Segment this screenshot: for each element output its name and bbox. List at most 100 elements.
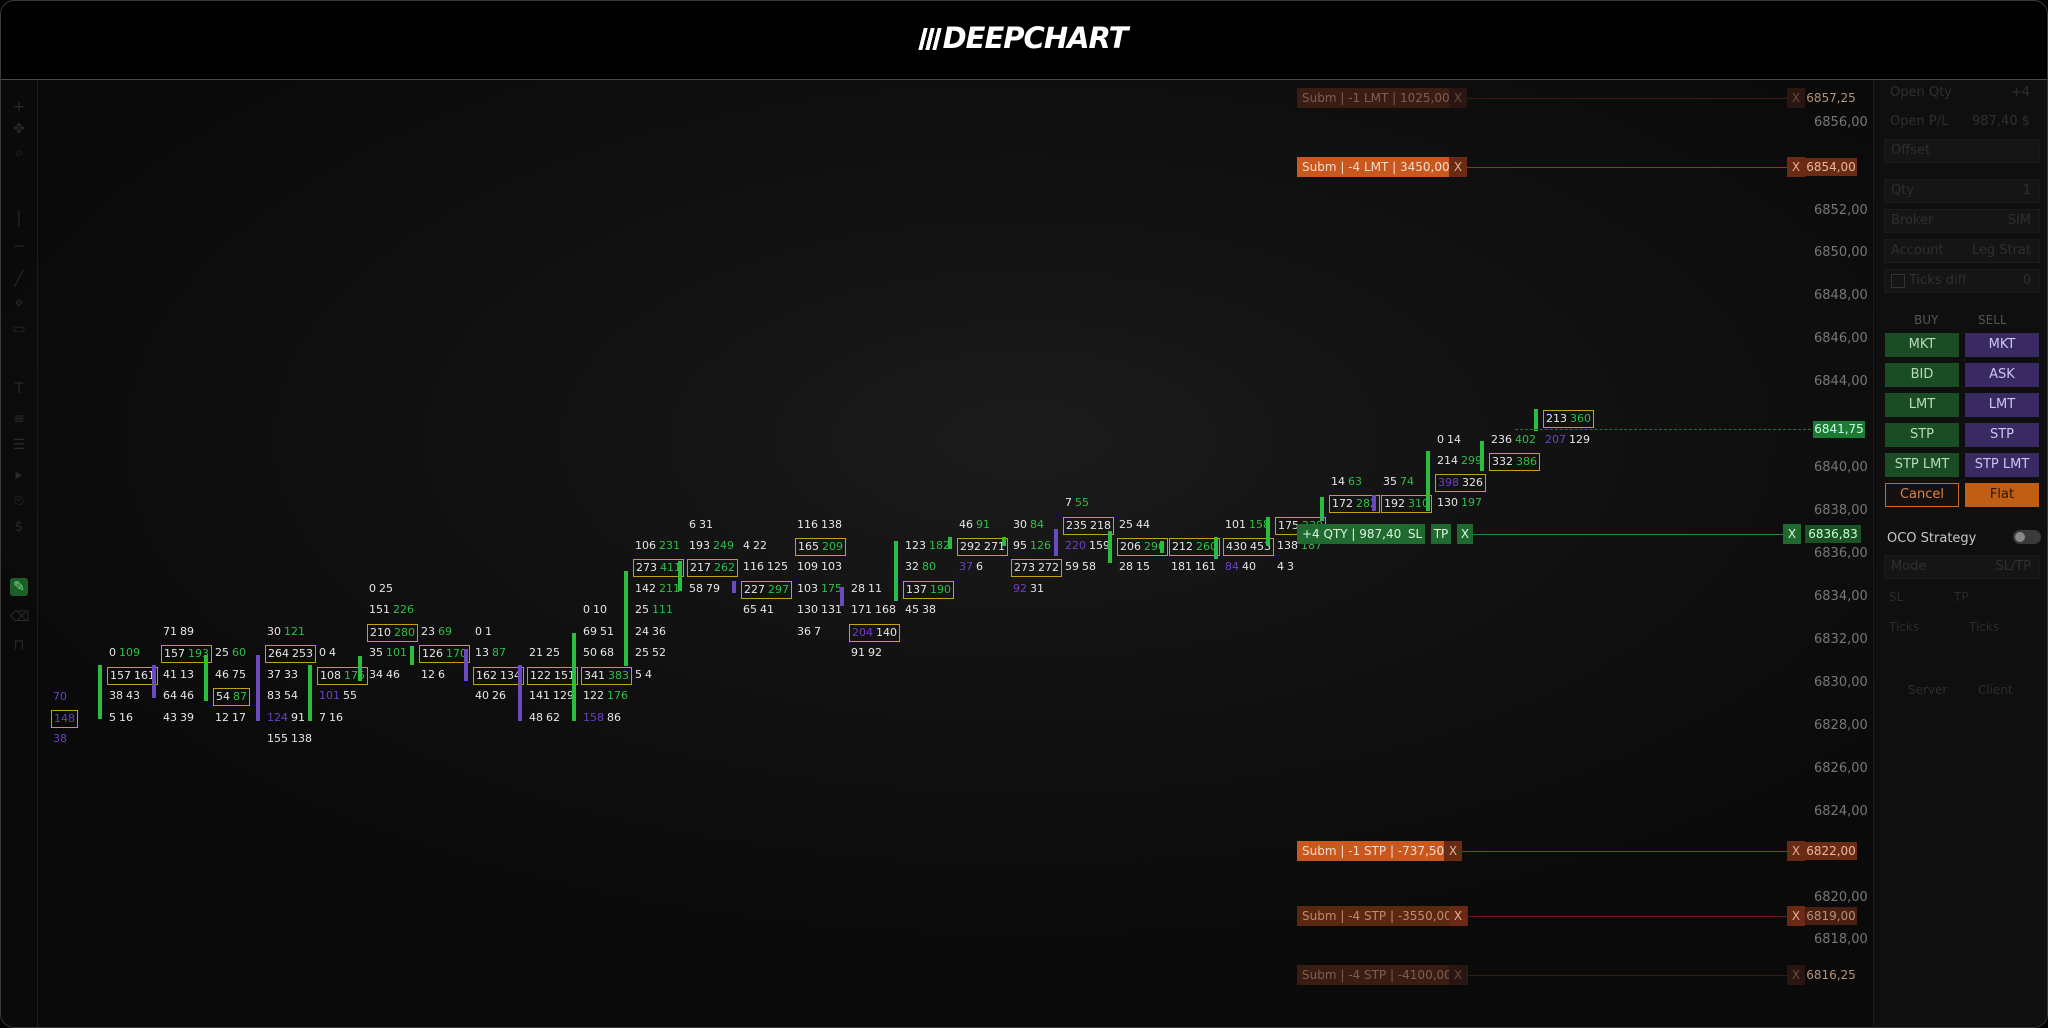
footprint-cell: 30 121 xyxy=(265,624,307,640)
footprint-cell: 141 129 xyxy=(527,688,576,704)
ask-volume: 272 xyxy=(1038,561,1059,574)
ruler-tool-icon[interactable]: ☰ xyxy=(10,436,28,454)
order-cancel-button[interactable]: X xyxy=(1787,906,1805,926)
buy-lmt-button[interactable]: LMT xyxy=(1885,393,1959,417)
oco-strategy-toggle[interactable] xyxy=(2013,530,2041,544)
order-label[interactable]: Subm | -4 STP | -3550,00 $ xyxy=(1297,906,1469,926)
server-radio-label[interactable]: Server xyxy=(1908,683,1947,697)
order-cancel-button[interactable]: X xyxy=(1449,906,1467,926)
mode-select[interactable]: Mode SL/TP xyxy=(1884,555,2040,579)
crosshair-tool-icon[interactable]: + xyxy=(10,98,28,116)
order-line[interactable] xyxy=(1467,98,1787,99)
zoom-tool-icon[interactable]: ⌕ xyxy=(10,144,28,162)
order-price: 6857,25 xyxy=(1806,91,1856,105)
cancel-button[interactable]: Cancel xyxy=(1885,483,1959,507)
dollar-tool-icon[interactable]: $ xyxy=(10,518,28,536)
ask-volume: 17 xyxy=(232,711,246,724)
order-line[interactable] xyxy=(1467,975,1787,976)
order-label[interactable]: Subm | -4 STP | -4100,00 $ xyxy=(1297,965,1469,985)
buy-stp-button[interactable]: STP xyxy=(1885,423,1959,447)
order-cancel-button[interactable]: X xyxy=(1787,88,1805,108)
account-select[interactable]: Account Leg Strat xyxy=(1884,239,2040,263)
close-position-button[interactable]: X xyxy=(1457,524,1473,544)
order-cancel-button[interactable]: X xyxy=(1449,965,1467,985)
order-line[interactable] xyxy=(1467,916,1787,917)
horizontal-line-tool-icon[interactable]: ─ xyxy=(10,238,28,256)
qty-field[interactable]: Qty 1 xyxy=(1884,179,2040,203)
footprint-cell: 64 46 xyxy=(161,688,196,704)
price-scale[interactable]: 6856,00 6852,00 6850,00 6848,00 6846,00 … xyxy=(1781,80,1873,1027)
order-cancel-button[interactable]: X xyxy=(1787,841,1805,861)
chart-area[interactable]: + ✥ ⌕ │ ─ ╱ ⋄ ▭ T ≡ ☰ ▸ ⏲ $ ✎ ⌫ ⊓ 70 148 3… xyxy=(1,80,2047,1027)
fib-tool-icon[interactable]: ≡ xyxy=(10,410,28,428)
bid-volume: 83 xyxy=(267,689,281,702)
alert-tool-icon[interactable]: ⏲ xyxy=(10,492,28,510)
ask-volume: 211 xyxy=(659,582,680,595)
order-line[interactable] xyxy=(1467,167,1787,168)
order-price: 6819,00 xyxy=(1805,907,1857,925)
order-cancel-button[interactable]: X xyxy=(1787,157,1805,177)
order-cancel-button[interactable]: X xyxy=(1787,965,1805,985)
order-label[interactable]: Subm | -1 STP | -737,50 $ xyxy=(1297,841,1461,861)
order-cancel-button[interactable]: X xyxy=(1449,157,1467,177)
order-cancel-button[interactable]: X xyxy=(1449,88,1467,108)
order-label[interactable]: Subm | -1 LMT | 1025,00 $ xyxy=(1297,88,1467,108)
bid-volume: 142 xyxy=(635,582,656,595)
footprint-chart[interactable]: 70 148 38 0 109 157 161 38 43 5 16 71 89 157 193 41 13 64… xyxy=(37,80,1781,1027)
sell-mkt-button[interactable]: MKT xyxy=(1965,333,2039,357)
sell-stp-button[interactable]: STP xyxy=(1965,423,2039,447)
sell-ask-button[interactable]: ASK xyxy=(1965,363,2039,387)
sell-lmt-button[interactable]: LMT xyxy=(1965,393,2039,417)
text-tool-icon[interactable]: T xyxy=(10,380,28,398)
trend-line-tool-icon[interactable]: ╱ xyxy=(10,270,28,288)
move-tool-icon[interactable]: ✥ xyxy=(10,120,28,138)
stop-loss-button[interactable]: SL xyxy=(1405,524,1425,544)
footprint-cell: 92 31 xyxy=(1011,581,1046,597)
candle-body xyxy=(840,587,844,606)
magnet-tool-icon[interactable]: ⊓ xyxy=(10,636,28,654)
client-radio-label[interactable]: Client xyxy=(1978,683,2013,697)
eraser-tool-icon[interactable]: ⌫ xyxy=(10,608,30,626)
footprint-cell: 25 111 xyxy=(633,602,675,618)
polyline-tool-icon[interactable]: ⋄ xyxy=(10,294,28,312)
take-profit-button[interactable]: TP xyxy=(1431,524,1451,544)
footprint-cell: 130 197 xyxy=(1435,495,1484,511)
position-label[interactable]: +4 QTY | 987,40 $ xyxy=(1297,524,1418,544)
buy-mkt-button[interactable]: MKT xyxy=(1885,333,1959,357)
bid-volume: 273 xyxy=(1014,561,1035,574)
flat-button[interactable]: Flat xyxy=(1965,483,2039,507)
buy-stp-lmt-button[interactable]: STP LMT xyxy=(1885,453,1959,477)
tp-label: TP xyxy=(1954,590,1969,604)
candle-body xyxy=(204,655,208,701)
mode-label: Mode xyxy=(1891,559,1927,574)
pencil-tool-icon[interactable]: ✎ xyxy=(10,578,28,596)
ask-volume: 84 xyxy=(1030,518,1044,531)
ticks-diff-checkbox[interactable] xyxy=(1891,274,1905,288)
bid-volume: 14 xyxy=(1331,475,1345,488)
ask-volume: 176 xyxy=(607,689,628,702)
order-cancel-button[interactable]: X xyxy=(1444,841,1462,861)
ask-volume: 46 xyxy=(180,689,194,702)
vertical-line-tool-icon[interactable]: │ xyxy=(10,210,28,228)
offset-field[interactable]: Offset xyxy=(1884,139,2040,163)
app-window: DEEPCHART + ✥ ⌕ │ ─ ╱ ⋄ ▭ T ≡ ☰ ▸ ⏲ $ ✎ … xyxy=(0,0,2048,1028)
position-line[interactable] xyxy=(1473,534,1787,535)
broker-select[interactable]: Broker SIM xyxy=(1884,209,2040,233)
bid-volume: 43 xyxy=(163,711,177,724)
ticks-diff-field[interactable]: Ticks diff 0 xyxy=(1884,269,2040,293)
logo-bars-icon xyxy=(917,28,942,50)
close-position-button[interactable]: X xyxy=(1783,524,1801,544)
footprint-cell: 341 383 xyxy=(581,667,632,685)
sell-stp-lmt-button[interactable]: STP LMT xyxy=(1965,453,2039,477)
order-line[interactable] xyxy=(1462,851,1787,852)
bid-volume: 151 xyxy=(369,603,390,616)
price-label: 6844,00 xyxy=(1814,374,1868,389)
ask-volume: 101 xyxy=(386,646,407,659)
order-label[interactable]: Subm | -4 LMT | 3450,00 $ xyxy=(1297,157,1467,177)
bid-volume: 65 xyxy=(743,603,757,616)
brush-tool-icon[interactable]: ▸ xyxy=(10,466,28,484)
candle-body xyxy=(98,665,102,719)
price-label: 6840,00 xyxy=(1814,460,1868,475)
rectangle-tool-icon[interactable]: ▭ xyxy=(10,320,28,338)
buy-bid-button[interactable]: BID xyxy=(1885,363,1959,387)
